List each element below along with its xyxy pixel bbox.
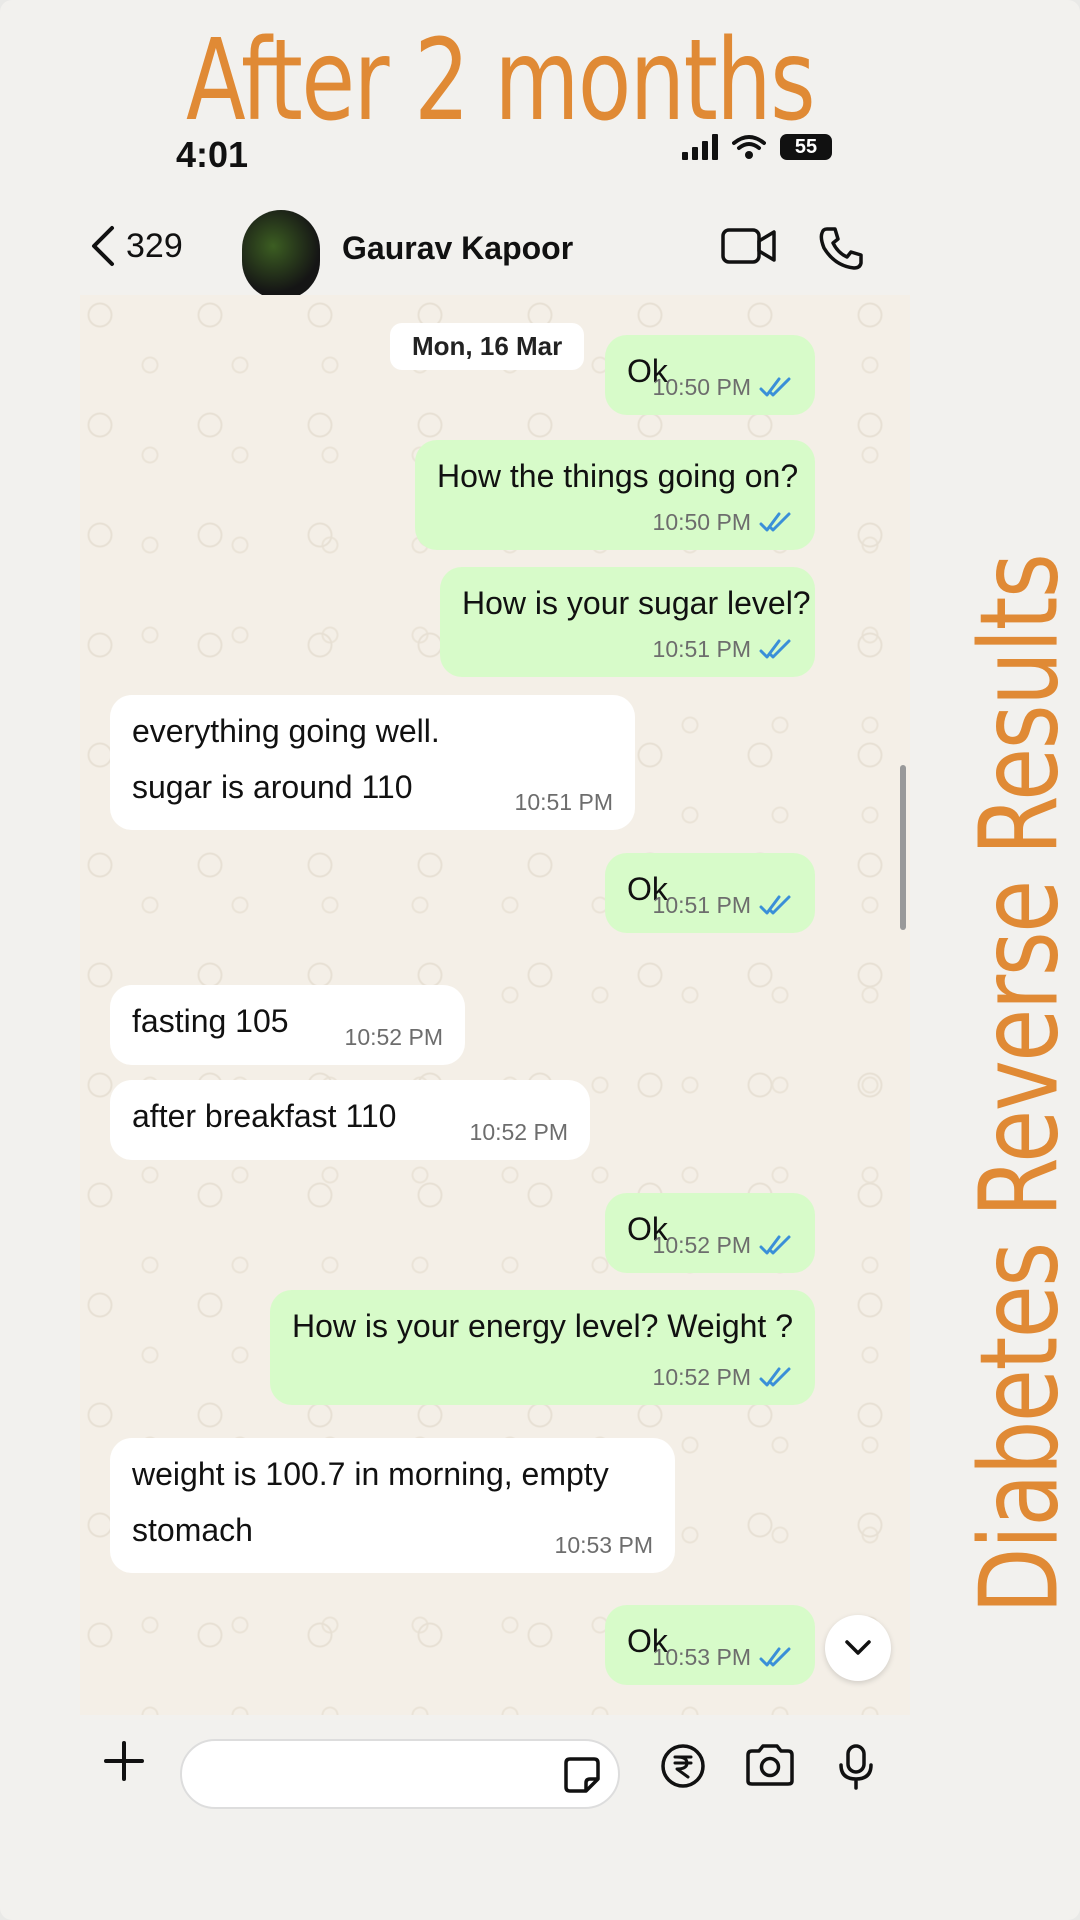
- message-time: 10:52 PM: [652, 1232, 751, 1258]
- contact-name[interactable]: Gaurav Kapoor: [342, 230, 573, 267]
- outgoing-message[interactable]: Ok 10:53 PM: [605, 1605, 815, 1685]
- message-text: How is your energy level? Weight ?: [292, 1298, 793, 1354]
- battery-icon: 55: [780, 134, 832, 160]
- outgoing-message[interactable]: How is your sugar level? 10:51 PM: [440, 567, 815, 677]
- message-meta: 10:52 PM: [653, 1231, 793, 1259]
- message-text: How the things going on?: [437, 448, 798, 504]
- message-line: How is your energy level? Weight ?: [292, 1308, 793, 1344]
- composer-bar: [0, 1715, 1080, 1835]
- message-time: 10:51 PM: [652, 636, 751, 662]
- message-meta: 10:51 PM: [653, 891, 793, 919]
- incoming-message[interactable]: everything going well. sugar is around 11…: [110, 695, 635, 830]
- message-input[interactable]: [182, 1741, 542, 1807]
- sticker-icon[interactable]: [562, 1755, 602, 1795]
- message-text: weight is 100.7 in morning, empty stomach: [132, 1446, 609, 1558]
- status-bar: 4:01 55: [0, 128, 1080, 188]
- incoming-message[interactable]: fasting 105 10:52 PM: [110, 985, 465, 1065]
- message-meta: 10:53 PM: [653, 1643, 793, 1671]
- message-line: How is your sugar level?: [462, 585, 811, 621]
- scroll-to-bottom-button[interactable]: [825, 1615, 891, 1681]
- message-line: How the things going on?: [437, 458, 799, 494]
- rupee-payment-icon[interactable]: [660, 1743, 706, 1789]
- message-line: weight is 100.7 in morning, empty: [132, 1456, 609, 1492]
- overlay-side-text: Diabetes Reverse Results: [957, 554, 1080, 1614]
- message-meta: 10:50 PM: [653, 508, 793, 536]
- double-check-icon: [759, 1235, 791, 1255]
- outgoing-message[interactable]: How the things going on? 10:50 PM: [415, 440, 815, 550]
- double-check-icon: [759, 377, 791, 397]
- avatar[interactable]: [242, 210, 320, 300]
- message-text: after breakfast 110: [132, 1088, 396, 1144]
- message-meta: 10:50 PM: [653, 373, 793, 401]
- cellular-signal-icon: [682, 134, 718, 160]
- message-meta: 10:51 PM: [653, 635, 793, 663]
- message-line: fasting 105: [132, 1003, 289, 1039]
- double-check-icon: [759, 639, 791, 659]
- message-time: 10:51 PM: [514, 789, 613, 815]
- chevron-down-icon: [845, 1640, 871, 1655]
- message-line: stomach: [132, 1512, 253, 1548]
- unread-count: 329: [126, 226, 183, 265]
- back-button[interactable]: 329: [90, 224, 183, 268]
- message-text: everything going well. sugar is around 11…: [132, 703, 440, 815]
- screenshot-frame: After 2 months 4:01 55 329 Gaurav Kapoor: [0, 0, 1080, 1920]
- scrollbar[interactable]: [900, 765, 906, 930]
- outgoing-message[interactable]: Ok 10:52 PM: [605, 1193, 815, 1273]
- message-time: 10:51 PM: [652, 892, 751, 918]
- message-text: How is your sugar level?: [462, 575, 811, 631]
- double-check-icon: [759, 1647, 791, 1667]
- chat-header: 329 Gaurav Kapoor: [80, 210, 900, 300]
- chevron-left-icon: [92, 226, 114, 266]
- message-line: everything going well.: [132, 713, 440, 749]
- outgoing-message[interactable]: Ok 10:50 PM: [605, 335, 815, 415]
- chat-area[interactable]: Mon, 16 Mar Ok 10:50 PM How the things goi…: [80, 295, 910, 1715]
- status-icons: 55: [682, 134, 832, 160]
- video-call-icon[interactable]: [720, 226, 778, 266]
- date-chip: Mon, 16 Mar: [390, 323, 585, 370]
- wifi-icon: [732, 135, 766, 159]
- incoming-message[interactable]: weight is 100.7 in morning, empty stomach…: [110, 1438, 675, 1573]
- message-meta: 10:52 PM: [345, 1023, 443, 1051]
- message-meta: 10:51 PM: [515, 788, 613, 816]
- status-time: 4:01: [176, 134, 249, 175]
- outgoing-message[interactable]: How is your energy level? Weight ? 10:52 …: [270, 1290, 815, 1405]
- double-check-icon: [759, 895, 791, 915]
- message-time: 10:53 PM: [554, 1532, 653, 1558]
- incoming-message[interactable]: after breakfast 110 10:52 PM: [110, 1080, 590, 1160]
- message-time: 10:52 PM: [469, 1119, 568, 1145]
- message-input-box[interactable]: [180, 1739, 620, 1809]
- message-time: 10:52 PM: [652, 1364, 751, 1390]
- camera-icon[interactable]: [744, 1743, 796, 1787]
- microphone-icon[interactable]: [836, 1743, 876, 1791]
- message-time: 10:52 PM: [344, 1024, 443, 1050]
- message-meta: 10:53 PM: [555, 1531, 653, 1559]
- message-text: fasting 105: [132, 993, 289, 1049]
- message-meta: 10:52 PM: [470, 1118, 568, 1146]
- double-check-icon: [759, 1367, 791, 1387]
- message-time: 10:50 PM: [652, 374, 751, 400]
- plus-icon[interactable]: [102, 1739, 146, 1783]
- message-meta: 10:52 PM: [653, 1363, 793, 1391]
- call-actions: [720, 226, 864, 270]
- phone-call-icon[interactable]: [818, 226, 864, 270]
- outgoing-message[interactable]: Ok 10:51 PM: [605, 853, 815, 933]
- message-time: 10:53 PM: [652, 1644, 751, 1670]
- message-time: 10:50 PM: [652, 509, 751, 535]
- double-check-icon: [759, 512, 791, 532]
- message-line: sugar is around 110: [132, 769, 413, 805]
- message-line: after breakfast 110: [132, 1098, 397, 1134]
